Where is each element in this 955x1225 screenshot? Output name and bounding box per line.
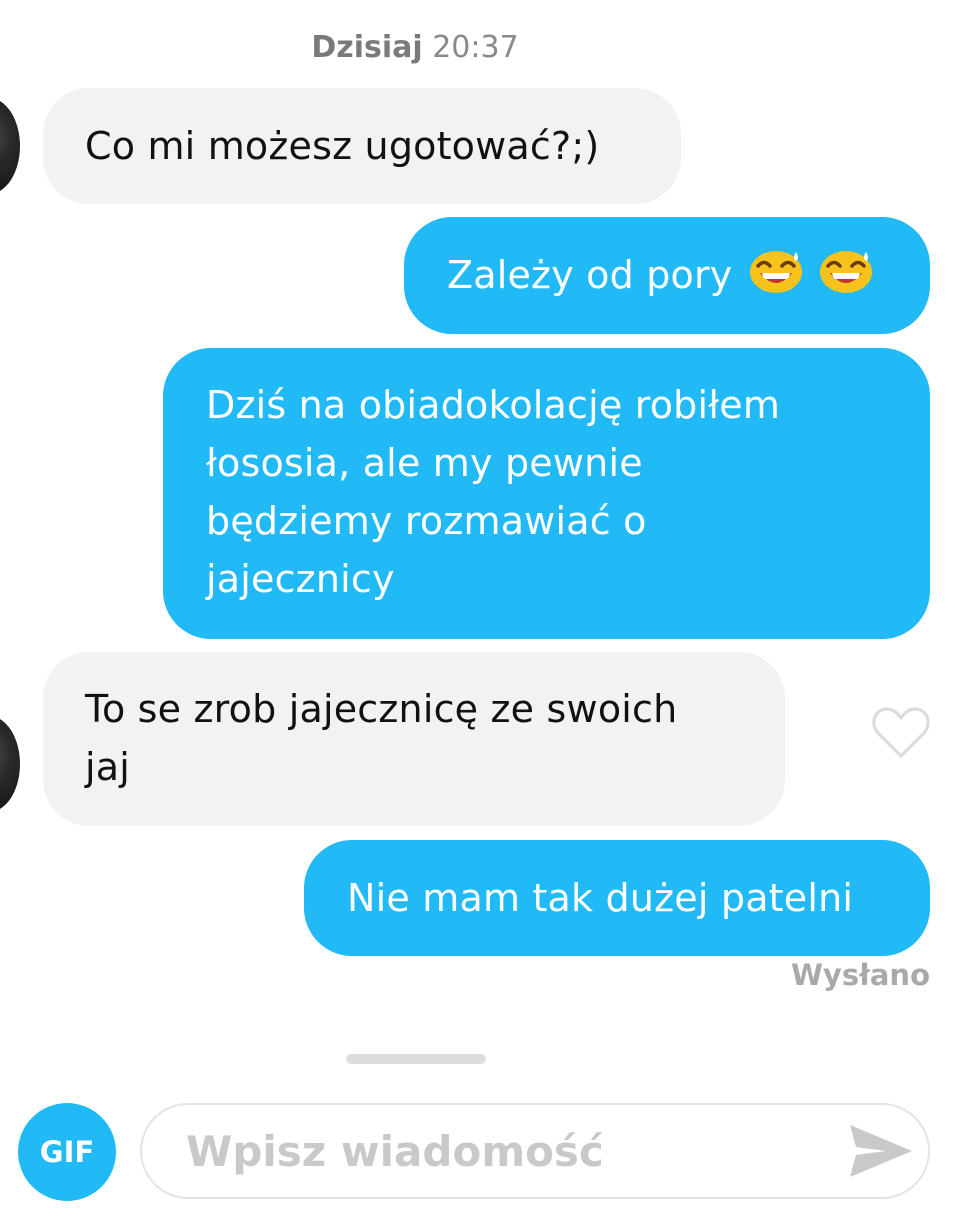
message-text: Nie mam tak dużej patelni — [347, 876, 854, 920]
message-line: będziemy rozmawiać o — [206, 499, 647, 543]
message-line: Dziś na obiadokolację robiłem — [206, 383, 781, 427]
chat-timestamp: Dzisiaj 20:37 — [0, 30, 830, 65]
message-line: łososia, ale my pewnie — [206, 441, 643, 485]
message-outgoing[interactable]: Zależy od pory — [404, 217, 930, 334]
contact-avatar[interactable] — [0, 98, 20, 194]
gif-button[interactable]: GIF — [18, 1103, 116, 1201]
message-composer — [140, 1103, 930, 1199]
message-line: jajecznicy — [206, 557, 395, 601]
timestamp-time: 20:37 — [432, 30, 519, 65]
send-arrow-icon[interactable] — [848, 1121, 914, 1181]
message-status: Wysłano — [790, 958, 930, 992]
timestamp-day: Dzisiaj — [311, 30, 423, 65]
message-line: To se zrob jajecznicę ze swoich — [85, 687, 678, 731]
message-line: jaj — [85, 745, 131, 789]
message-outgoing[interactable]: Nie mam tak dużej patelni — [304, 840, 930, 956]
grinning-sweat-emoji-icon — [820, 251, 873, 293]
message-outgoing[interactable]: Dziś na obiadokolację robiłem łososia, a… — [163, 348, 930, 639]
message-text: Zależy od pory — [447, 253, 733, 297]
message-text: Co mi możesz ugotować?;) — [85, 124, 600, 168]
message-input[interactable] — [186, 1115, 806, 1187]
message-incoming[interactable]: To se zrob jajecznicę ze swoich jaj — [43, 652, 785, 826]
grinning-sweat-emoji-icon — [749, 251, 802, 293]
drag-handle[interactable] — [346, 1054, 486, 1064]
contact-avatar[interactable] — [0, 716, 20, 812]
heart-outline-icon[interactable] — [871, 704, 931, 760]
message-incoming[interactable]: Co mi możesz ugotować?;) — [43, 88, 681, 204]
